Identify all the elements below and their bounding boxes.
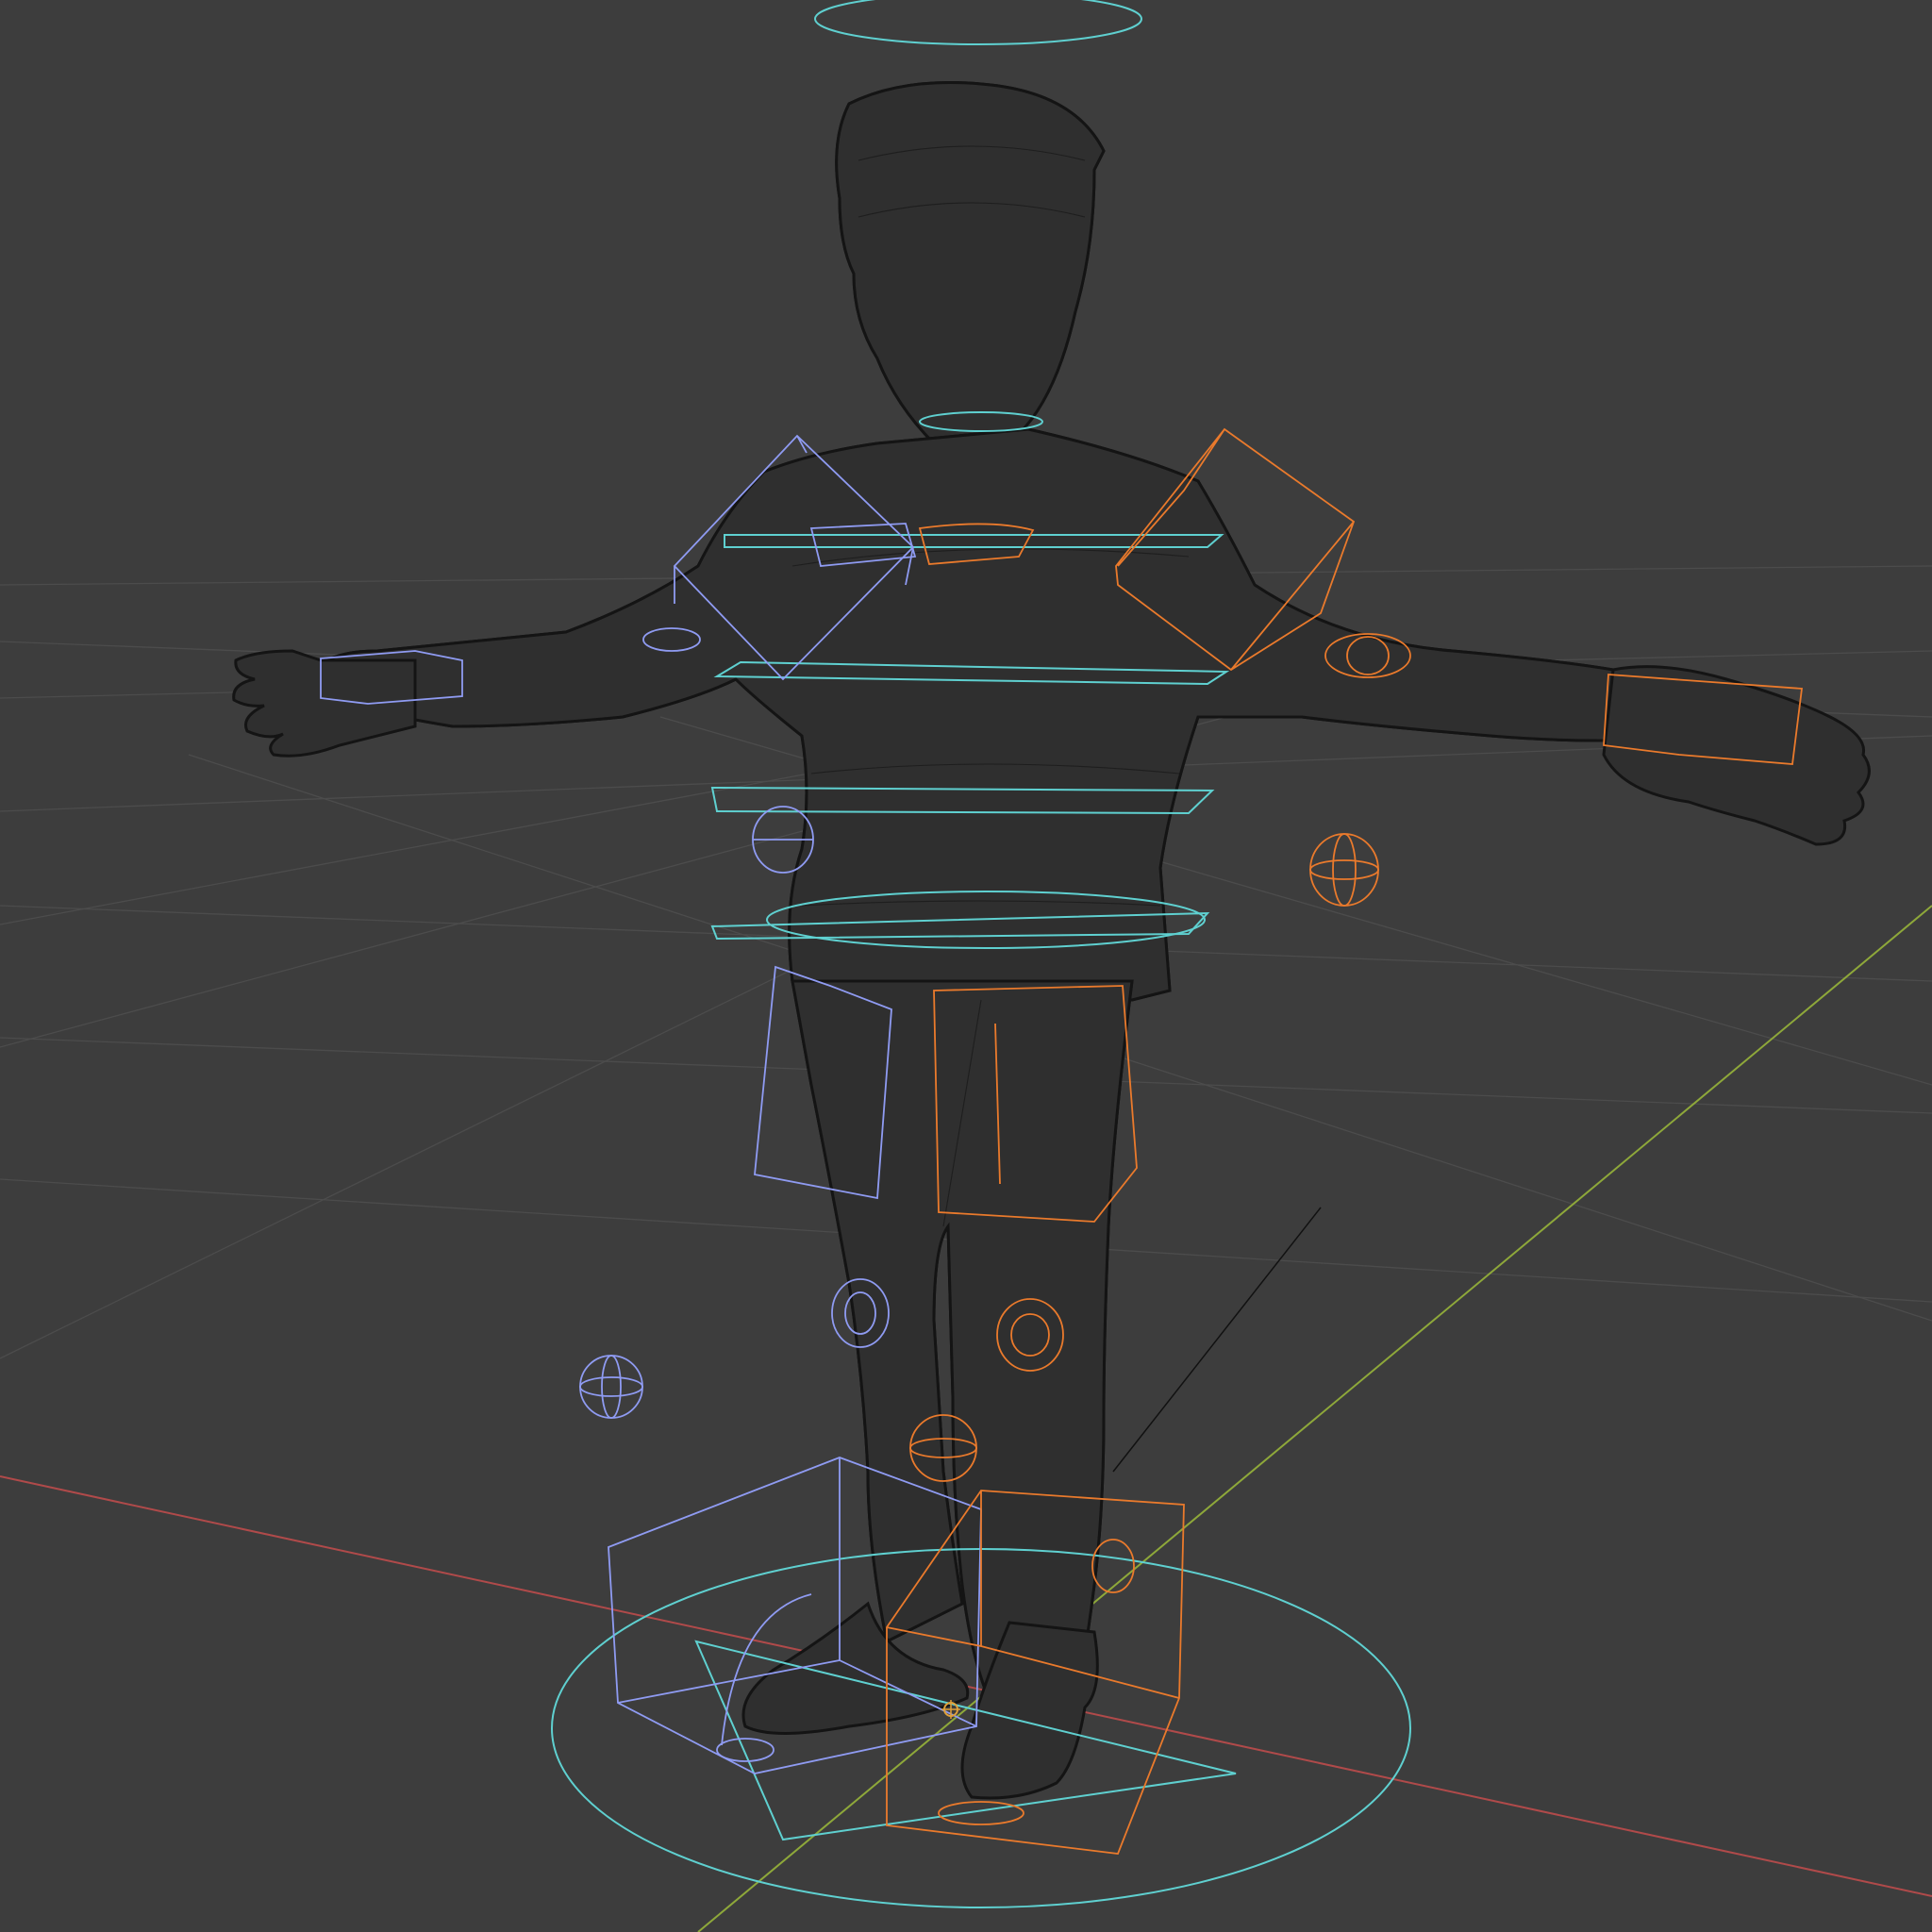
right-heel-control — [938, 1801, 1024, 1825]
left-knee-pole — [579, 1355, 643, 1419]
camera-target-line — [1112, 1207, 1322, 1473]
head-top-control — [814, 0, 1142, 45]
3d-viewport[interactable] — [0, 0, 1932, 1932]
right-arm-pole — [1309, 833, 1379, 907]
left-heel-control — [716, 1738, 774, 1762]
character-mesh[interactable] — [232, 81, 1871, 1800]
